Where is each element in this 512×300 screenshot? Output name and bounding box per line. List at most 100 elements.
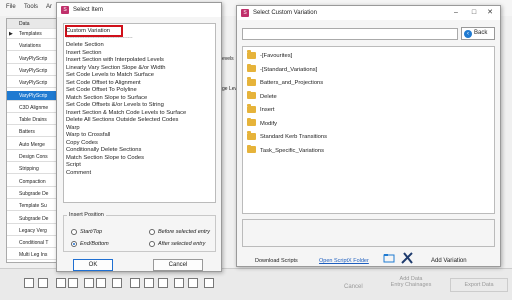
menu-ar[interactable]: Ar [46,4,52,10]
back-label: Back [474,30,488,36]
list-item-custom-variation[interactable]: Custom Variation [66,28,110,34]
grid-row[interactable]: Legacy Verg [7,226,60,236]
grid-header: Data [7,19,60,29]
radio-after-selected-label: After selected entry [158,241,206,247]
data-grid: Data ▶ Templates Variations VaryPlyScrip Var… [6,18,61,263]
toolbar-move-bottom-icon[interactable] [96,278,106,288]
list-item[interactable]: Comment [66,170,91,176]
list-item[interactable]: Delete All Sections Outside Selected Cod… [66,117,178,123]
folder-open-icon[interactable] [383,252,395,264]
list-item[interactable]: Insert Section with Interpolated Levels [66,57,164,63]
toolbar-copy-grid-icon[interactable] [144,278,154,288]
list-item[interactable]: Match Section Slope to Codes [66,155,144,161]
toolbar-export-grid-icon[interactable] [188,278,198,288]
folder-item[interactable]: Insert [247,104,275,115]
cancel-button[interactable]: Cancel [153,259,203,271]
list-item[interactable]: Set Code Offset to Alignment [66,80,141,86]
minimize-icon[interactable]: – [448,6,464,20]
grid-row[interactable]: Variations [7,41,60,52]
grid-row[interactable]: Template Su [7,201,60,212]
folder-label: -[Favourites] [260,53,293,59]
open-scriptx-folder-link[interactable]: Open ScriptX Folder [319,258,369,264]
grid-row[interactable]: Stripping [7,164,60,175]
grid-row[interactable]: Templates [7,29,60,39]
app-icon: S [61,6,69,14]
list-item[interactable]: Warp to Crossfall [66,132,110,138]
folder-item[interactable]: Standard Kerb Transitions [247,131,327,142]
radio-start-top[interactable] [71,229,77,235]
toolbar-clear-grid-icon[interactable] [174,278,184,288]
list-item[interactable]: Match Section Slope to Surface [66,95,147,101]
radio-before-selected[interactable] [149,229,155,235]
folder-item[interactable]: -[Standard_Variations] [247,63,317,75]
grid-row[interactable]: C3D Alignme [7,103,60,113]
folder-item[interactable]: Modify [247,117,278,129]
toolbar-move-top-icon[interactable] [56,278,66,288]
search-input[interactable] [242,28,458,40]
folder-icon [247,90,256,100]
item-listbox[interactable]: Custom Variation -----------------------… [63,23,216,203]
folder-item[interactable]: -[Favourites] [247,50,293,61]
radio-after-selected[interactable] [149,241,155,247]
grid-row[interactable]: Conditional T [7,238,60,249]
toolbar-delete-icon[interactable] [38,278,48,288]
grid-row[interactable]: Subgrade De [7,214,60,224]
toolbar-move-down-icon[interactable] [84,278,94,288]
grid-row[interactable]: Auto Merge [7,140,60,150]
toolbar-insert-icon[interactable] [24,278,34,288]
grid-row[interactable]: VaryPlyScrip [7,90,60,101]
grid-row[interactable]: VaryPlyScrip [7,78,60,89]
list-item[interactable]: Conditionally Delete Sections [66,147,141,153]
folder-item[interactable]: Batters_and_Projections [247,77,323,88]
menu-file[interactable]: File [6,4,16,10]
folder-item[interactable]: Delete [247,90,277,102]
download-scripts-link[interactable]: Download Scripts [255,258,298,264]
list-item[interactable]: Insert Section [66,50,101,56]
add-data-entry-button[interactable]: Add Data Entry Chainages [386,276,436,288]
folder-item[interactable]: Task_Specific_Variations [247,144,324,156]
custom-variation-dialog: S Select Custom Variation – □ ✕ Back ‹ -… [236,5,501,267]
menu-tools[interactable]: Tools [24,4,38,10]
grid-row[interactable]: Multi Leg Ins [7,250,60,261]
grid-row[interactable]: Table Drains [7,115,60,126]
add-variation-button[interactable]: Add Variation [431,258,467,264]
export-data-button[interactable]: Export Data [450,278,508,292]
radio-end-bottom-label: End/Bottom [80,241,109,247]
folder-icon [247,144,256,154]
list-item[interactable]: Set Code Levels to Match Surface [66,72,154,78]
ok-button[interactable]: OK [73,259,113,271]
grid-row[interactable]: Batters [7,127,60,138]
folder-list[interactable]: -[Favourites] -[Standard_Variations] Batte… [242,46,495,214]
list-item[interactable]: Set Code Offsets &/or Levels to String [66,102,164,108]
toolbar-add-grid-icon[interactable] [130,278,140,288]
close-icon[interactable]: ✕ [482,6,498,20]
list-item[interactable]: Delete Section [66,42,104,48]
toolbar-move-up-icon[interactable] [68,278,78,288]
grid-row[interactable]: Design Cons [7,152,60,162]
list-item[interactable]: Set Code Offset To Polyline [66,87,137,93]
toolbar-paste-grid-icon[interactable] [158,278,168,288]
folder-icon [247,131,256,140]
toolbar-refresh-icon[interactable] [204,278,214,288]
maximize-icon[interactable]: □ [466,6,482,20]
folder-icon [247,117,256,127]
toolbar-sort-icon[interactable] [112,278,122,288]
list-item[interactable]: Linearly Vary Section Slope &/or Width [66,65,165,71]
folder-label: Insert [260,107,275,113]
grid-row[interactable]: VaryPlyScrip [7,66,60,76]
grid-row[interactable]: Subgrade De [7,189,60,199]
folder-label: Delete [260,93,277,100]
list-item[interactable]: Copy Codes [66,140,98,146]
radio-end-bottom[interactable] [71,241,77,247]
radio-start-top-label: Start/Top [80,229,103,235]
list-item[interactable]: Script [66,162,81,168]
list-item[interactable]: Insert Section & Match Code Levels to Su… [66,110,186,116]
cancel-button-bg[interactable]: Cancel [344,284,363,290]
custom-variation-title: Select Custom Variation [253,10,317,16]
folder-icon [247,104,256,113]
list-item[interactable]: Warp [66,125,80,131]
back-arrow-icon: ‹ [464,30,472,38]
grid-row[interactable]: VaryPlyScrip [7,54,60,64]
grid-row[interactable]: Compaction [7,177,60,187]
folder-label: Modify [260,120,278,127]
